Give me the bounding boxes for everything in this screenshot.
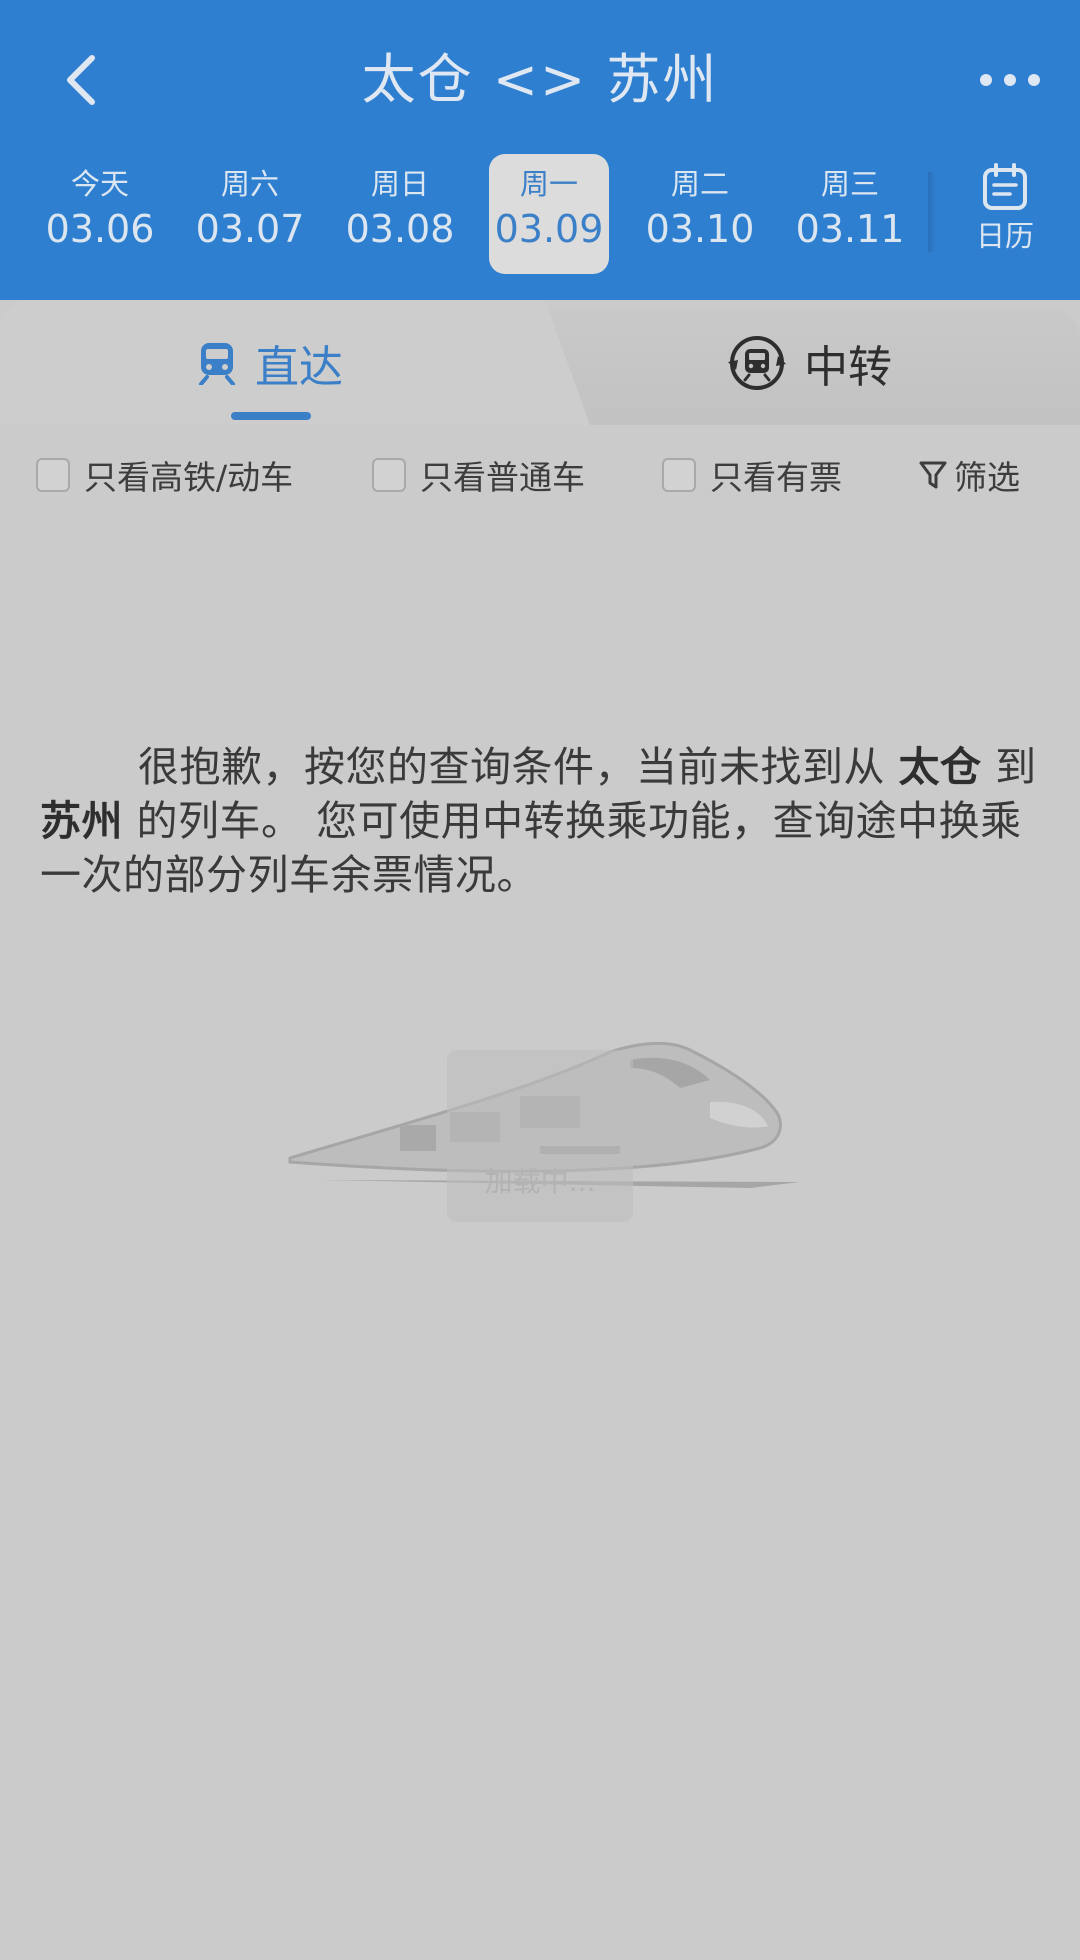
available-checkbox[interactable] [662, 458, 696, 492]
date-value: 03.07 [195, 207, 305, 251]
route-type-tabs: 直达 中转 [0, 300, 1080, 425]
high-speed-checkbox[interactable] [36, 458, 70, 492]
date-tab-0[interactable]: 今天 03.06 [40, 154, 160, 274]
filter-button[interactable]: 筛选 [918, 450, 1020, 500]
filter-high-speed-label: 只看高铁/动车 [84, 458, 294, 497]
filter-high-speed[interactable]: 只看高铁/动车 [36, 450, 293, 500]
filter-bar: 只看高铁/动车 只看普通车 只看有票 筛选 [0, 440, 1080, 510]
tab-transfer[interactable]: 中转 [540, 300, 1080, 425]
date-tab-1[interactable]: 周六 03.07 [190, 154, 310, 274]
message-to-station: 苏州 [40, 797, 123, 845]
message-text: 的列车。 您可使用中转换乘功能，查询途中换乘一次的部分列车余票情况。 [40, 797, 1022, 899]
message-text: 到 [981, 743, 1037, 791]
train-icon [197, 341, 237, 385]
back-button[interactable] [40, 40, 120, 120]
tab-direct[interactable]: 直达 [0, 300, 540, 425]
tab-transfer-label: 中转 [804, 341, 892, 393]
date-tab-4[interactable]: 周二 03.10 [640, 154, 760, 274]
calendar-divider [928, 172, 936, 252]
date-value: 03.11 [795, 207, 905, 251]
header-bar: 太仓 <> 苏州 今天 03.06 周六 03.07 周日 03.08 周一 0… [0, 0, 1080, 300]
date-tab-3-selected[interactable]: 周一 03.09 [489, 154, 609, 274]
chevron-left-icon [67, 55, 95, 105]
date-value: 03.09 [494, 207, 604, 251]
date-value: 03.10 [645, 207, 755, 251]
calendar-button[interactable]: 日历 [950, 162, 1060, 272]
date-value: 03.06 [45, 207, 155, 251]
calendar-icon [983, 163, 1027, 210]
active-tab-indicator [231, 412, 311, 420]
filter-available-label: 只看有票 [710, 458, 842, 497]
date-weekday: 今天 [70, 167, 129, 201]
date-tab-5[interactable]: 周三 03.11 [790, 154, 910, 274]
funnel-icon [918, 459, 948, 491]
date-weekday: 周二 [670, 167, 729, 201]
date-weekday: 周日 [370, 167, 429, 201]
loading-text: 加载中... [484, 1165, 596, 1198]
date-weekday: 周六 [220, 167, 279, 201]
normal-train-checkbox[interactable] [372, 458, 406, 492]
filter-normal-label: 只看普通车 [420, 458, 585, 497]
date-selector: 今天 03.06 周六 03.07 周日 03.08 周一 03.09 周二 0… [0, 150, 1080, 280]
message-text: 很抱歉，按您的查询条件，当前未找到从 [138, 743, 899, 791]
more-button[interactable] [960, 40, 1060, 120]
page-title: 太仓 <> 苏州 [361, 48, 719, 111]
date-value: 03.08 [345, 207, 455, 251]
calendar-label: 日历 [975, 219, 1034, 253]
no-results-message: 很抱歉，按您的查询条件，当前未找到从 太仓 到 苏州 的列车。 您可使用中转换乘… [40, 740, 1040, 902]
transfer-train-icon [728, 334, 786, 392]
date-tab-2[interactable]: 周日 03.08 [340, 154, 460, 274]
tab-direct-label: 直达 [255, 341, 343, 393]
date-weekday: 周一 [519, 167, 578, 201]
date-weekday: 周三 [820, 167, 879, 201]
filter-available[interactable]: 只看有票 [662, 450, 842, 500]
more-dots-icon [980, 74, 1040, 86]
message-from-station: 太仓 [898, 743, 982, 791]
filter-button-label: 筛选 [954, 458, 1020, 497]
filter-normal-train[interactable]: 只看普通车 [372, 450, 585, 500]
